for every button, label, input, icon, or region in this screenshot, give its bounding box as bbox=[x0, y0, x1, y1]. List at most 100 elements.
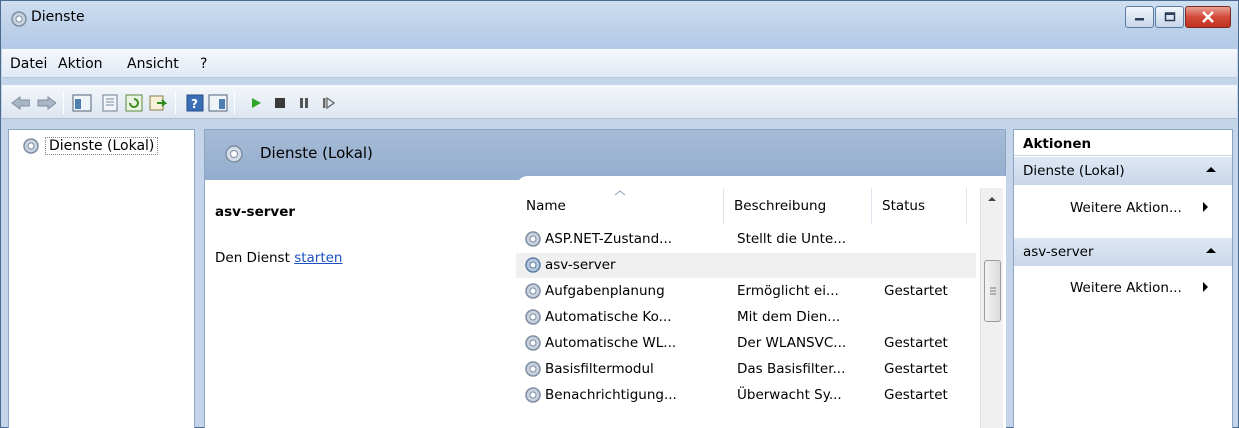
action-prefix: Den Dienst bbox=[215, 250, 295, 266]
resume-service-icon[interactable] bbox=[318, 93, 338, 113]
gear-icon bbox=[525, 361, 541, 377]
minimize-button[interactable] bbox=[1125, 6, 1154, 28]
service-description: Ermöglicht ei... bbox=[737, 283, 839, 299]
action-group-asv-server[interactable]: asv-server bbox=[1014, 238, 1232, 266]
help-icon[interactable]: ? bbox=[185, 93, 205, 113]
toolbar-separator bbox=[63, 92, 64, 114]
table-row[interactable]: Automatische WL... Der WLANSVC... Gestar… bbox=[516, 331, 976, 356]
show-hide-console-tree-icon[interactable] bbox=[72, 93, 92, 113]
close-icon bbox=[1202, 11, 1214, 23]
scrollbar-thumb[interactable] bbox=[984, 260, 1001, 322]
table-row[interactable]: Basisfiltermodul Das Basisfilter... Gest… bbox=[516, 357, 976, 382]
table-row[interactable]: asv-server bbox=[516, 253, 976, 278]
services-list: Name Beschreibung Status ASP.NET-Zustand… bbox=[516, 176, 1006, 428]
window-title: Dienste bbox=[31, 9, 85, 25]
submenu-arrow-icon bbox=[1203, 202, 1208, 212]
gear-icon bbox=[23, 138, 39, 154]
service-name: Benachrichtigung... bbox=[545, 387, 677, 403]
gear-icon bbox=[525, 335, 541, 351]
forward-arrow-icon[interactable] bbox=[36, 93, 56, 113]
service-name: ASP.NET-Zustand... bbox=[545, 231, 673, 247]
action-item-label: Weitere Aktion... bbox=[1070, 280, 1182, 296]
collapse-icon bbox=[1206, 167, 1216, 172]
toolbar: ? bbox=[2, 85, 1237, 119]
column-header-description[interactable]: Beschreibung bbox=[724, 188, 872, 224]
service-description: Der WLANSVC... bbox=[737, 335, 847, 351]
start-service-link[interactable]: starten bbox=[294, 250, 342, 266]
grip-icon bbox=[989, 287, 996, 295]
column-header-status[interactable]: Status bbox=[872, 188, 967, 224]
table-row[interactable]: Benachrichtigung... Überwacht Sy... Gest… bbox=[516, 383, 976, 408]
gear-icon bbox=[525, 309, 541, 325]
menu-aktion[interactable]: Aktion bbox=[58, 56, 103, 72]
chevron-up-icon bbox=[988, 197, 996, 201]
service-name: Basisfiltermodul bbox=[545, 361, 654, 377]
refresh-icon[interactable] bbox=[124, 93, 144, 113]
service-description: Stellt die Unte... bbox=[737, 231, 847, 247]
column-label: Status bbox=[882, 198, 926, 214]
services-window: Dienste Datei Aktion Ansicht ? ? Dienste… bbox=[0, 0, 1239, 428]
action-item-label: Weitere Aktion... bbox=[1070, 200, 1182, 216]
gear-icon bbox=[223, 143, 245, 169]
console-tree: Dienste (Lokal) bbox=[8, 129, 195, 428]
action-group-dienste-lokal[interactable]: Dienste (Lokal) bbox=[1014, 157, 1232, 185]
tree-item-dienste-lokal[interactable]: Dienste (Lokal) bbox=[22, 137, 159, 155]
tree-item-label: Dienste (Lokal) bbox=[45, 137, 159, 155]
gear-icon bbox=[9, 9, 29, 29]
gear-icon bbox=[525, 387, 541, 403]
column-label: Name bbox=[526, 198, 566, 214]
action-group-label: Dienste (Lokal) bbox=[1023, 163, 1125, 179]
action-more-actions[interactable]: Weitere Aktion... bbox=[1070, 280, 1208, 296]
details-pane: Dienste (Lokal) asv-server Den Dienst st… bbox=[204, 129, 1006, 428]
service-status: Gestartet bbox=[884, 387, 948, 403]
menu-datei[interactable]: Datei bbox=[10, 56, 47, 72]
properties-icon[interactable] bbox=[100, 93, 120, 113]
menu-bar: Datei Aktion Ansicht ? bbox=[2, 49, 1237, 78]
sort-ascending-icon bbox=[614, 190, 626, 196]
show-hide-action-pane-icon[interactable] bbox=[208, 93, 228, 113]
service-status: Gestartet bbox=[884, 361, 948, 377]
table-row[interactable]: Automatische Ko... Mit dem Dien... bbox=[516, 305, 976, 330]
pause-service-icon[interactable] bbox=[294, 93, 314, 113]
selected-service-name: asv-server bbox=[215, 204, 296, 220]
gear-icon bbox=[525, 257, 541, 273]
vertical-scrollbar[interactable] bbox=[980, 188, 1003, 428]
actions-title: Aktionen bbox=[1014, 130, 1232, 156]
service-name: Automatische Ko... bbox=[545, 309, 672, 325]
service-status: Gestartet bbox=[884, 283, 948, 299]
svg-text:?: ? bbox=[191, 97, 198, 111]
service-status: Gestartet bbox=[884, 335, 948, 351]
service-name: Aufgabenplanung bbox=[545, 283, 665, 299]
service-description: Mit dem Dien... bbox=[737, 309, 841, 325]
start-service-icon[interactable] bbox=[246, 93, 266, 113]
action-more-actions[interactable]: Weitere Aktion... bbox=[1070, 200, 1208, 216]
menu-help[interactable]: ? bbox=[200, 56, 207, 72]
collapse-icon bbox=[1206, 248, 1216, 253]
table-row[interactable]: ASP.NET-Zustand... Stellt die Unte... bbox=[516, 227, 976, 252]
service-action-text: Den Dienst starten bbox=[215, 250, 343, 266]
service-name: asv-server bbox=[545, 257, 616, 273]
close-button[interactable] bbox=[1185, 6, 1231, 28]
submenu-arrow-icon bbox=[1203, 282, 1208, 292]
column-label: Beschreibung bbox=[734, 198, 827, 214]
service-description: Das Basisfilter... bbox=[737, 361, 846, 377]
table-row[interactable]: Aufgabenplanung Ermöglicht ei... Gestart… bbox=[516, 279, 976, 304]
minimize-icon bbox=[1134, 18, 1144, 21]
details-header-title: Dienste (Lokal) bbox=[260, 144, 373, 162]
title-bar[interactable]: Dienste bbox=[1, 1, 1238, 49]
toolbar-separator bbox=[175, 92, 176, 114]
actions-pane: Aktionen Dienste (Lokal) Weitere Aktion.… bbox=[1013, 129, 1233, 428]
gear-icon bbox=[525, 231, 541, 247]
toolbar-separator bbox=[234, 92, 235, 114]
maximize-button[interactable] bbox=[1155, 6, 1184, 28]
back-arrow-icon[interactable] bbox=[10, 93, 30, 113]
stop-service-icon[interactable] bbox=[270, 93, 290, 113]
gear-icon bbox=[525, 283, 541, 299]
details-header: Dienste (Lokal) bbox=[205, 130, 1005, 180]
export-list-icon[interactable] bbox=[148, 93, 168, 113]
service-description: Überwacht Sy... bbox=[737, 387, 842, 403]
menu-ansicht[interactable]: Ansicht bbox=[127, 56, 179, 72]
column-header-name[interactable]: Name bbox=[516, 188, 724, 224]
scroll-up-button[interactable] bbox=[981, 188, 1003, 210]
action-group-label: asv-server bbox=[1023, 244, 1094, 260]
